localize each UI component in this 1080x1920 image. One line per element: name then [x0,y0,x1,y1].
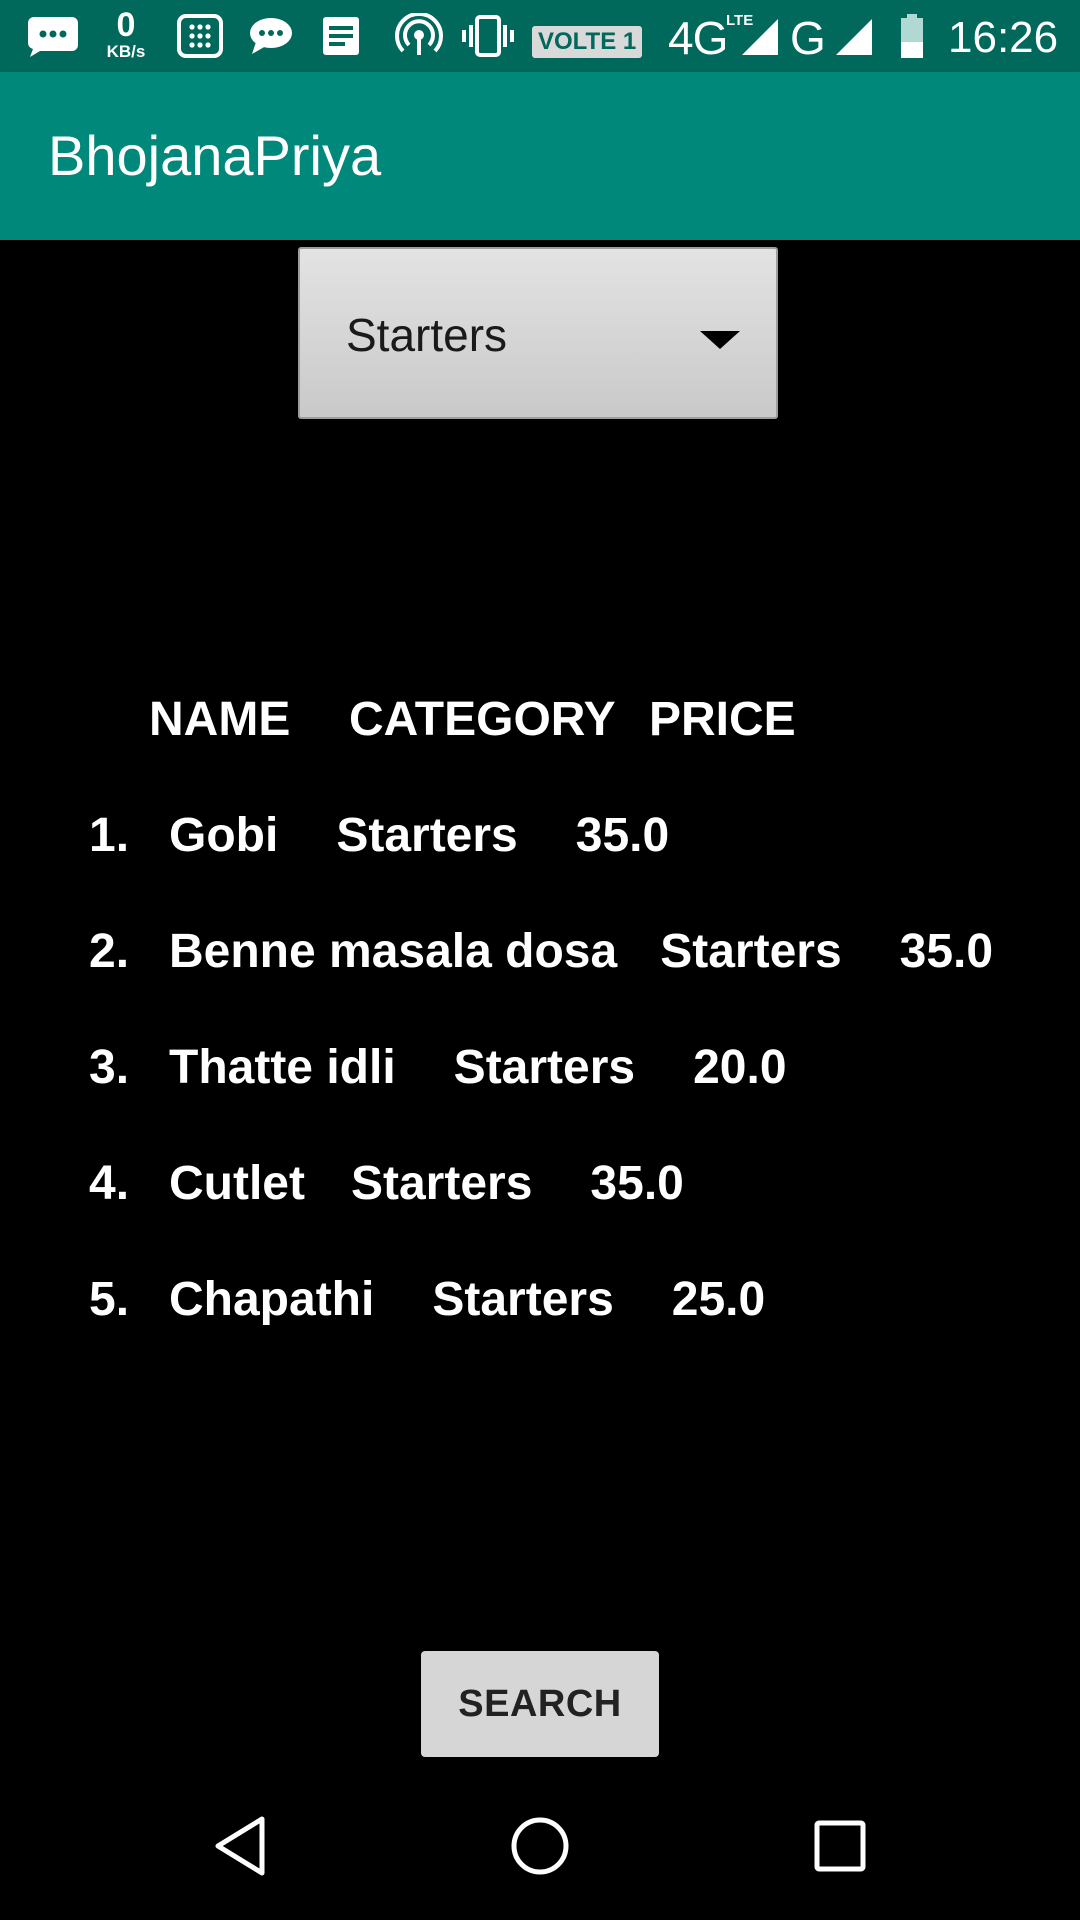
header-price: PRICE [649,693,796,746]
network-type-primary: 4G [668,12,728,64]
vibrate-icon [458,0,518,72]
row-index: 4. [89,1157,130,1210]
chat-bubble-icon [22,0,84,72]
keypad-icon [172,0,228,72]
recents-icon [813,1819,867,1878]
row-index: 3. [89,1041,130,1094]
back-icon [212,1815,268,1882]
row-name: Cutlet [169,1157,305,1210]
notes-icon [316,0,366,72]
recents-button[interactable] [770,1776,910,1920]
row-price: 20.0 [693,1041,787,1094]
app-title: BhojanaPriya [48,124,382,187]
data-speed-indicator: 0 KB/s [98,8,154,60]
table-row: 1. Gobi Starters 35.0 [0,806,1080,922]
row-category: Starters [350,1157,533,1210]
row-index: 5. [89,1273,130,1326]
home-icon [509,1815,571,1882]
row-price: 35.0 [575,809,670,862]
row-name: Chapathi [169,1273,375,1326]
signal-icon [734,0,784,72]
data-speed-value: 0 [116,6,136,44]
signal-icon-secondary [828,0,878,72]
row-category: Starters [660,925,842,978]
menu-list: 1. Gobi Starters 35.0 2. Benne masala do… [0,806,1080,1386]
table-row: 2. Benne masala dosa Starters 35.0 [0,922,1080,1038]
row-price: 35.0 [590,1157,684,1210]
table-row: 5. Chapathi Starters 25.0 [0,1270,1080,1386]
home-button[interactable] [470,1776,610,1920]
row-index: 1. [89,809,130,862]
search-button[interactable]: SEARCH [421,1651,659,1757]
dropdown-arrow-icon [700,331,740,349]
row-price: 25.0 [671,1273,766,1326]
back-button[interactable] [170,1776,310,1920]
row-name: Thatte idli [169,1041,396,1094]
category-spinner[interactable]: Starters [298,247,778,419]
header-name: NAME [149,693,291,746]
table-header: NAME CATEGORY PRICE [0,690,1080,750]
battery-icon [894,0,930,72]
data-speed-unit: KB/s [106,42,146,61]
message-icon [244,0,298,72]
row-category: Starters [336,809,518,862]
row-name: Benne masala dosa [169,925,618,978]
status-bar: 0 KB/s VOLTE 1 4G LTE G 16:26 [0,0,1080,72]
spinner-selected-value: Starters [346,309,508,361]
clock: 16:26 [948,13,1059,62]
row-price: 35.0 [899,925,994,978]
navigation-bar [0,1776,1080,1920]
header-category: CATEGORY [349,693,616,746]
row-index: 2. [89,925,130,978]
app-bar: BhojanaPriya [0,72,1080,240]
row-category: Starters [432,1273,614,1326]
network-type-secondary: G [790,12,826,64]
table-row: 3. Thatte idli Starters 20.0 [0,1038,1080,1154]
hotspot-icon [392,0,446,72]
row-category: Starters [453,1041,636,1094]
row-name: Gobi [169,809,279,862]
volte-badge: VOLTE 1 [532,26,643,58]
table-row: 4. Cutlet Starters 35.0 [0,1154,1080,1270]
